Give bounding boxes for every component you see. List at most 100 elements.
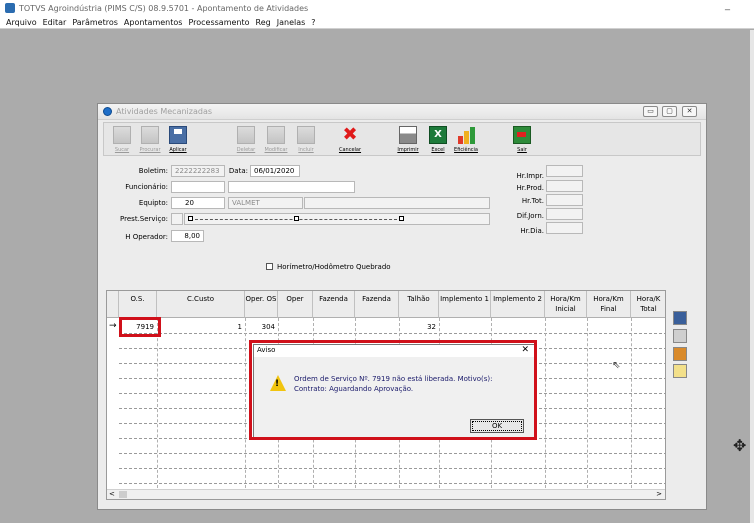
col-talhao[interactable]: Talhão — [399, 291, 439, 318]
eficiencia-button[interactable]: Eficiência — [452, 125, 480, 155]
horimetro-checkbox[interactable] — [266, 263, 273, 270]
scroll-right-icon[interactable]: > — [656, 490, 662, 498]
col-hora-final[interactable]: Hora/Km Final — [587, 291, 631, 318]
menu-bar: Arquivo Editar Parâmetros Apontamentos P… — [0, 16, 754, 29]
col-fazenda-2[interactable]: Fazenda — [355, 291, 399, 318]
cell-talhao[interactable]: 32 — [399, 321, 439, 333]
col-hora-inicial[interactable]: Hora/Km Inicial — [545, 291, 587, 318]
range-handle-start[interactable] — [188, 216, 193, 221]
cancel-icon: ✖ — [342, 124, 358, 145]
blank-icon — [297, 126, 315, 144]
os-cell-highlight — [119, 317, 161, 337]
blank-icon — [267, 126, 285, 144]
chart-icon — [457, 126, 475, 144]
data-field[interactable]: 06/01/2020 — [250, 165, 300, 177]
app-title: TOTVS Agroindústria (PIMS C/S) 08.9.5701… — [19, 3, 309, 13]
equipto-label: Equipto: — [138, 199, 168, 207]
scroll-left-icon[interactable]: < — [109, 490, 115, 498]
aplicar-button[interactable]: Aplicar — [164, 125, 192, 155]
hr-prod-label: Hr.Prod. — [516, 184, 545, 192]
procurar-button[interactable]: Procurar — [136, 125, 164, 155]
col-ccusto[interactable]: C.Custo — [157, 291, 245, 318]
grid-rowline — [119, 453, 665, 454]
grid-horizontal-scrollbar[interactable]: < > — [107, 489, 665, 499]
sucar-button[interactable]: Sucar — [108, 125, 136, 155]
col-implemento-1[interactable]: Implemento 1 — [439, 291, 491, 318]
imprimir-button[interactable]: Imprimir — [394, 125, 422, 155]
side-edit-icon[interactable] — [673, 347, 687, 361]
window-minimize-button[interactable]: ▭ — [643, 106, 658, 117]
col-oper-os[interactable]: Oper. OS — [245, 291, 278, 318]
funcionario-name-field — [228, 181, 355, 193]
app-titlebar: TOTVS Agroindústria (PIMS C/S) 08.9.5701… — [0, 0, 754, 16]
excel-icon: X — [429, 126, 447, 144]
col-fazenda-1[interactable]: Fazenda — [313, 291, 355, 318]
menu-editar[interactable]: Editar — [43, 18, 67, 27]
equipto-name-field: VALMET — [228, 197, 303, 209]
window-titlebar: Atividades Mecanizadas ▭ ▢ ✕ — [98, 104, 706, 120]
col-oper[interactable]: Oper — [278, 291, 313, 318]
dialog-highlight — [249, 340, 537, 440]
blank-icon — [237, 126, 255, 144]
save-icon — [169, 126, 187, 144]
dif-jorn-field — [546, 208, 583, 220]
hr-dia-label: Hr.Dia. — [520, 227, 544, 235]
range-handle-end[interactable] — [399, 216, 404, 221]
window-icon — [103, 107, 112, 116]
equipto-value: 20 — [185, 199, 194, 207]
deletar-button[interactable]: Deletar — [232, 125, 260, 155]
app-logo-icon — [5, 3, 15, 13]
boletim-field[interactable]: 2222222283 — [171, 165, 225, 177]
col-os[interactable]: O.S. — [119, 291, 157, 318]
hr-prod-field — [546, 180, 583, 192]
menu-parametros[interactable]: Parâmetros — [72, 18, 118, 27]
cell-ccusto[interactable]: 1 — [157, 321, 245, 333]
cell-oper-os[interactable]: 304 — [245, 321, 278, 333]
h-operador-label: H Operador: — [125, 233, 168, 241]
modificar-button[interactable]: Modificar — [262, 125, 290, 155]
blank-icon — [113, 126, 131, 144]
prest-servico-field[interactable] — [171, 213, 183, 225]
equipto-field[interactable]: 20 — [171, 197, 225, 209]
incluir-button[interactable]: Incluir — [292, 125, 320, 155]
grid-colline — [245, 318, 246, 488]
h-operador-field[interactable]: 8,00 — [171, 230, 204, 242]
window-title: Atividades Mecanizadas — [116, 107, 213, 116]
grid-colline — [631, 318, 632, 488]
sair-button[interactable]: Sair — [508, 125, 536, 155]
menu-arquivo[interactable]: Arquivo — [6, 18, 37, 27]
funcionario-label: Funcionário: — [125, 183, 168, 191]
side-delete-icon[interactable] — [673, 329, 687, 343]
equipto-extra-field — [304, 197, 490, 209]
side-save-icon[interactable] — [673, 311, 687, 325]
move-cursor-icon: ✥ — [733, 436, 747, 455]
minimize-button[interactable]: _ — [725, 0, 730, 11]
menu-reg[interactable]: Reg — [256, 18, 271, 27]
exit-icon — [513, 126, 531, 144]
hr-tot-label: Hr.Tot. — [521, 197, 544, 205]
grid-rowline — [119, 468, 665, 469]
menu-janelas[interactable]: Janelas — [277, 18, 306, 27]
window-close-button[interactable]: ✕ — [682, 106, 697, 117]
grid-rowline — [119, 483, 665, 484]
scroll-thumb[interactable] — [119, 491, 127, 498]
window-maximize-button[interactable]: ▢ — [662, 106, 677, 117]
menu-help[interactable]: ? — [311, 18, 315, 27]
boletim-label: Boletim: — [138, 167, 168, 175]
col-hora-total[interactable]: Hora/K Total — [631, 291, 665, 318]
workspace-edge — [750, 30, 754, 523]
col-implemento-2[interactable]: Implemento 2 — [491, 291, 545, 318]
menu-processamento[interactable]: Processamento — [188, 18, 249, 27]
range-handle-mid[interactable] — [294, 216, 299, 221]
mouse-cursor-icon: ⇖ — [612, 360, 621, 371]
menu-apontamentos[interactable]: Apontamentos — [124, 18, 183, 27]
horimetro-label: Horímetro/Hodômetro Quebrado — [277, 263, 391, 271]
toolbar: Sucar Procurar Aplicar Deletar Modificar… — [103, 122, 701, 156]
side-new-icon[interactable] — [673, 364, 687, 378]
funcionario-field[interactable] — [171, 181, 225, 193]
grid-colline — [157, 318, 158, 488]
grid-colline — [545, 318, 546, 488]
data-label: Data: — [228, 167, 248, 175]
excel-button[interactable]: X Excel — [424, 125, 452, 155]
cancelar-button[interactable]: ✖ Cancelar — [336, 125, 364, 155]
